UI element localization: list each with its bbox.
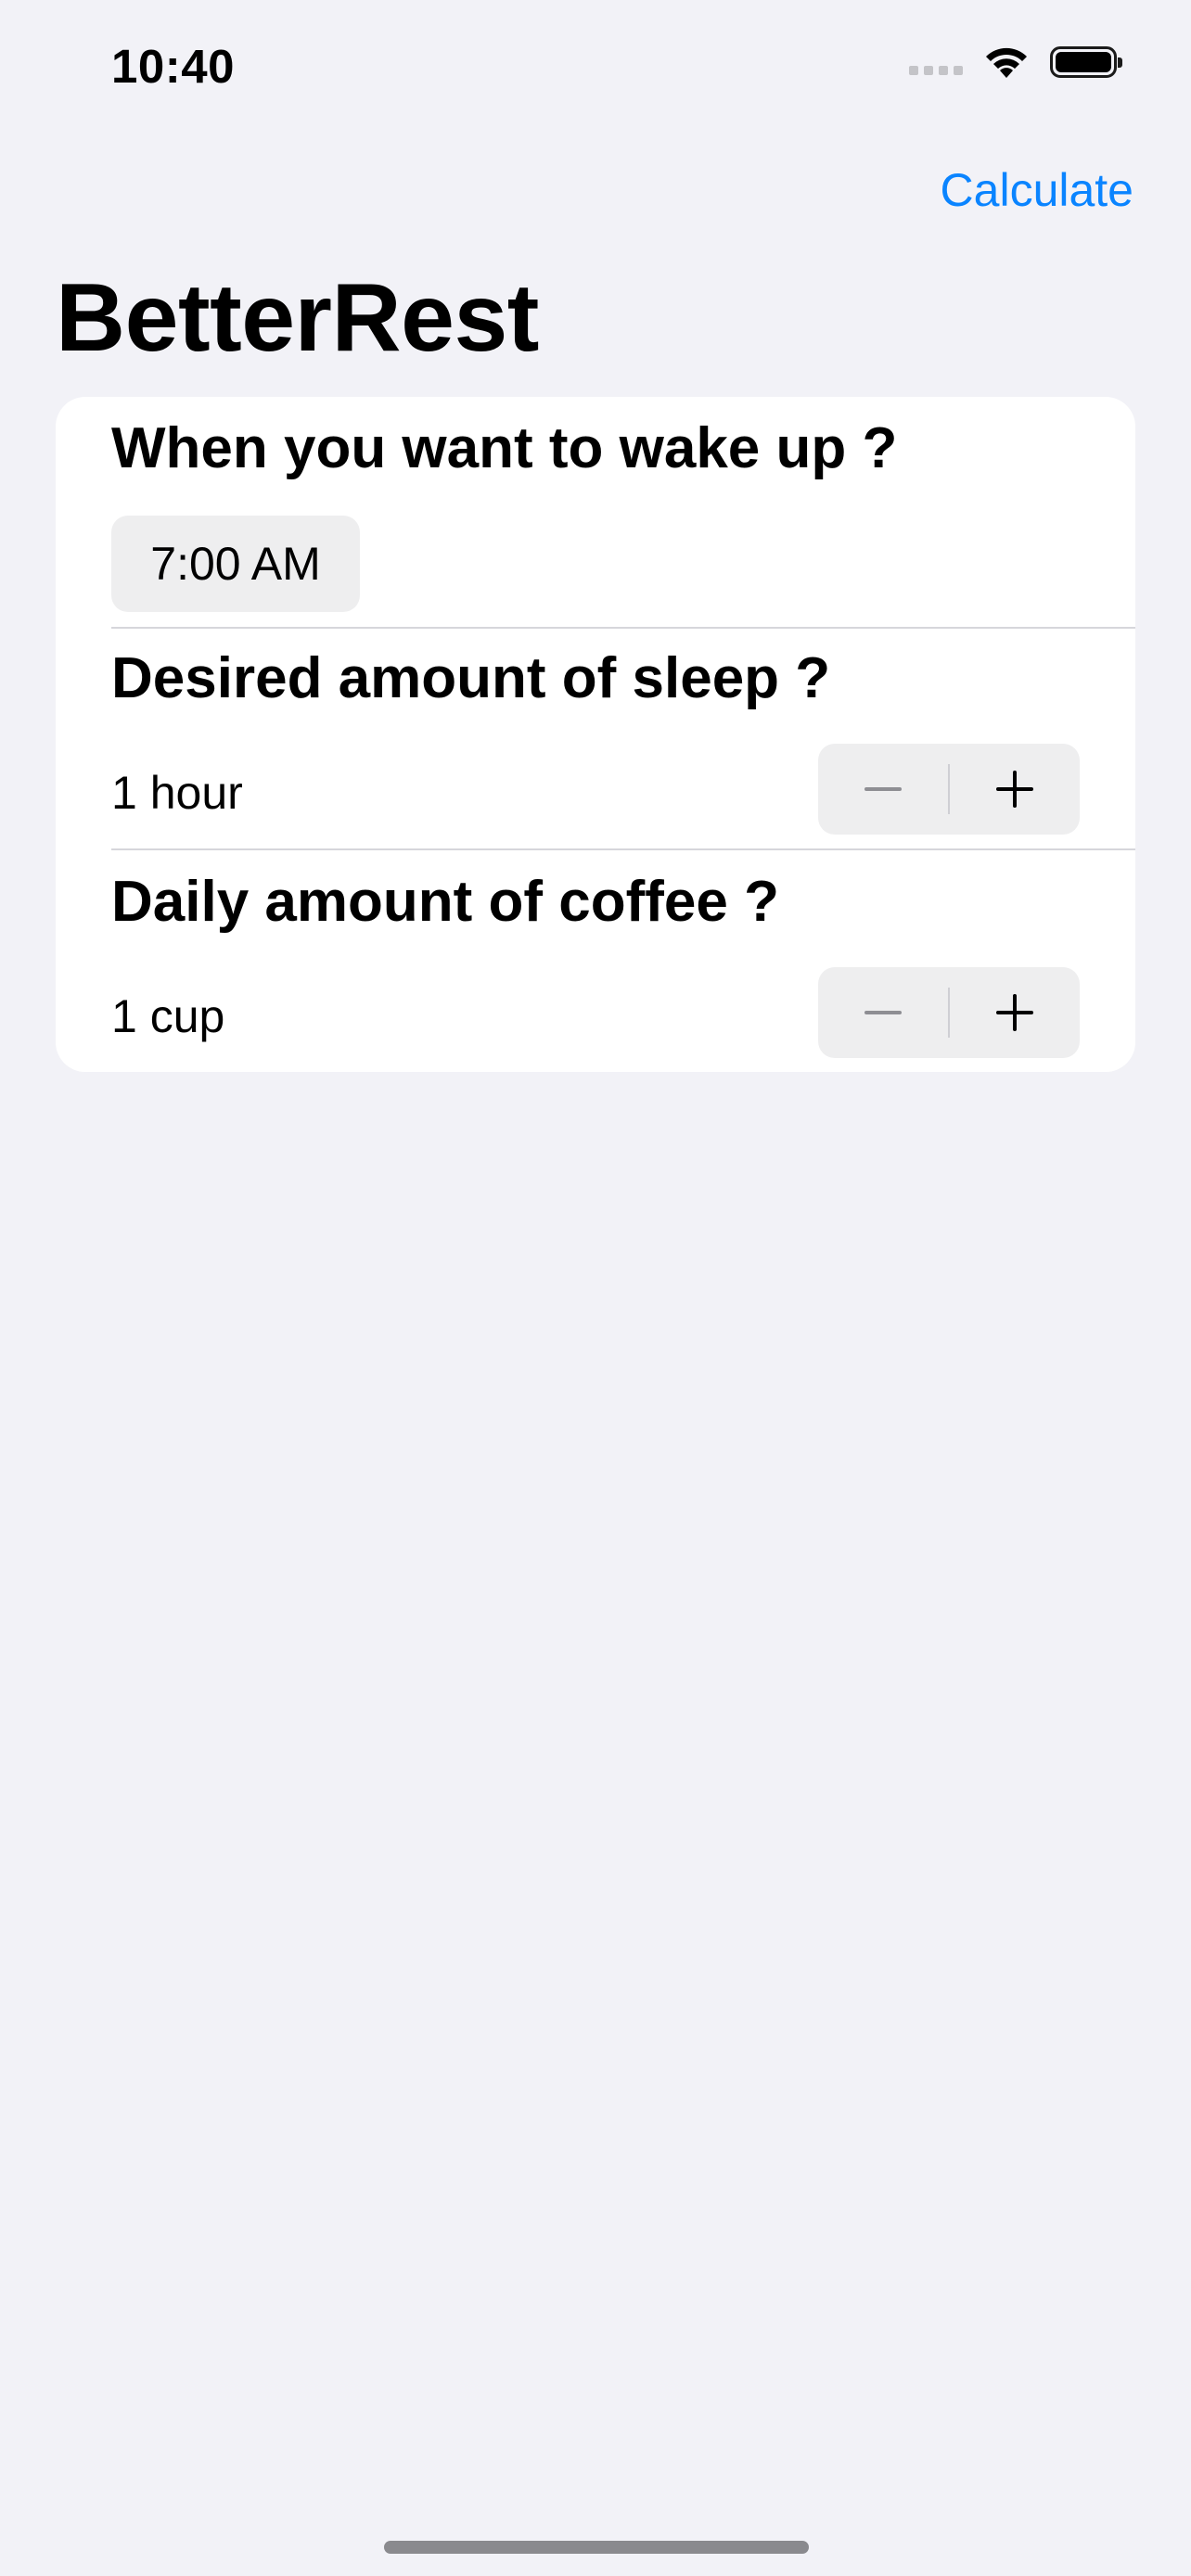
minus-icon	[864, 787, 902, 791]
status-time: 10:40	[111, 40, 235, 93]
battery-icon	[1050, 46, 1122, 78]
wake-up-time-picker[interactable]: 7:00 AM	[111, 516, 360, 612]
coffee-increment-button[interactable]	[950, 967, 1080, 1058]
sleep-section: Desired amount of sleep ? 1 hour	[56, 629, 1135, 849]
form-card: When you want to wake up ? 7:00 AM Desir…	[56, 397, 1135, 1072]
coffee-title: Daily amount of coffee ?	[111, 870, 779, 934]
calculate-button[interactable]: Calculate	[941, 163, 1133, 217]
home-indicator[interactable]	[384, 2541, 809, 2554]
status-icons	[909, 45, 1122, 80]
page-title: BetterRest	[56, 264, 539, 372]
coffee-stepper	[818, 967, 1080, 1058]
sleep-value: 1 hour	[111, 767, 243, 819]
wifi-icon	[986, 47, 1027, 78]
coffee-decrement-button[interactable]	[818, 967, 948, 1058]
sleep-stepper	[818, 744, 1080, 835]
coffee-value: 1 cup	[111, 990, 225, 1042]
wake-up-title: When you want to wake up ?	[111, 416, 898, 480]
plus-icon	[996, 771, 1033, 808]
cellular-signal-icon	[909, 66, 963, 75]
plus-icon	[996, 994, 1033, 1031]
minus-icon	[864, 1011, 902, 1014]
sleep-title: Desired amount of sleep ?	[111, 646, 831, 710]
sleep-increment-button[interactable]	[950, 744, 1080, 835]
wake-up-section: When you want to wake up ? 7:00 AM	[56, 397, 1135, 627]
sleep-decrement-button[interactable]	[818, 744, 948, 835]
status-bar: 10:40	[0, 0, 1191, 130]
coffee-section: Daily amount of coffee ? 1 cup	[56, 850, 1135, 1072]
